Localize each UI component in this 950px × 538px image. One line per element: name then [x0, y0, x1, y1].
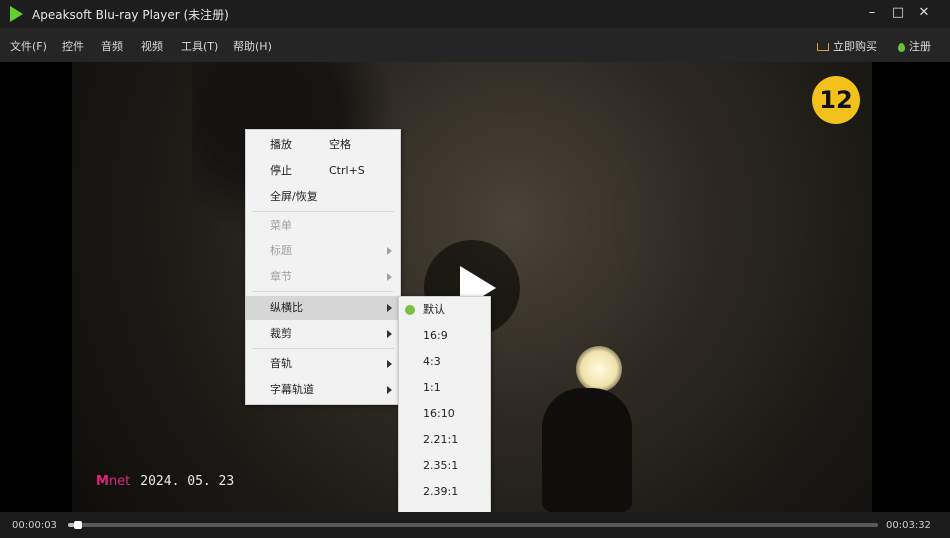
aspect-option-2-21-1[interactable]: 2.21:1 [399, 427, 490, 453]
ctx-stop-shortcut: Ctrl+S [329, 164, 365, 177]
submenu-arrow-icon [387, 247, 392, 255]
title-bar: Apeaksoft Blu-ray Player (未注册) – □ ✕ [0, 0, 950, 28]
maximize-button[interactable]: □ [888, 4, 908, 22]
register-icon [898, 42, 905, 52]
age-rating-badge: 12 [812, 76, 860, 124]
aspect-option-default[interactable]: 默认 [399, 297, 490, 323]
aspect-option-label: 2.35:1 [423, 459, 459, 472]
ctx-stop-label: 停止 [270, 164, 292, 177]
aspect-option-label: 4:3 [423, 355, 441, 368]
ctx-title[interactable]: 标题 [246, 239, 400, 263]
aspect-option-label: 16:9 [423, 329, 448, 342]
total-time: 00:03:32 [886, 520, 931, 531]
buy-now-label: 立即购买 [833, 40, 877, 53]
register-button[interactable]: 注册 [898, 38, 931, 54]
ctx-chapter[interactable]: 章节 [246, 265, 400, 289]
aspect-option-4-3[interactable]: 4:3 [399, 349, 490, 375]
close-button[interactable]: ✕ [914, 4, 934, 22]
aspect-option-label: 2.39:1 [423, 485, 459, 498]
scene-figure [542, 388, 632, 512]
submenu-arrow-icon [387, 386, 392, 394]
ctx-aspect-ratio-label: 纵横比 [270, 301, 303, 314]
aspect-option-2-35-1[interactable]: 2.35:1 [399, 453, 490, 479]
submenu-arrow-icon [387, 330, 392, 338]
ctx-audio-track[interactable]: 音轨 [246, 352, 400, 376]
menu-bar: 文件(F) 控件 音频 视频 工具(T) 帮助(H) 立即购买 注册 [0, 28, 950, 62]
ctx-separator [252, 211, 394, 212]
seek-handle[interactable] [74, 521, 82, 529]
aspect-option-2-39-1[interactable]: 2.39:1 [399, 479, 490, 505]
menu-file[interactable]: 文件(F) [10, 38, 47, 54]
menu-audio[interactable]: 音频 [101, 38, 123, 54]
aspect-option-label: 默认 [423, 303, 445, 316]
scene-lamp [576, 346, 622, 392]
ctx-fullscreen-label: 全屏/恢复 [270, 190, 318, 203]
current-time: 00:00:03 [12, 520, 57, 531]
context-menu: 播放 空格 停止 Ctrl+S 全屏/恢复 菜单 标题 章节 纵横比 裁剪 音轨… [245, 129, 401, 405]
ctx-subtitle-track[interactable]: 字幕轨道 [246, 378, 400, 402]
mnet-logo: M [96, 474, 109, 489]
ctx-title-label: 标题 [270, 244, 292, 257]
ctx-play-shortcut: 空格 [329, 138, 351, 151]
aspect-option-label: 1:1 [423, 381, 441, 394]
ctx-crop-label: 裁剪 [270, 327, 292, 340]
ctx-subtitle-track-label: 字幕轨道 [270, 383, 314, 396]
ctx-fullscreen[interactable]: 全屏/恢复 [246, 185, 400, 209]
window-title: Apeaksoft Blu-ray Player (未注册) [32, 8, 229, 22]
menu-video[interactable]: 视频 [141, 38, 163, 54]
register-label: 注册 [909, 40, 931, 53]
cart-icon [817, 43, 829, 51]
ctx-play-label: 播放 [270, 138, 292, 151]
selected-radio-icon [405, 305, 415, 315]
submenu-arrow-icon [387, 304, 392, 312]
menu-tools[interactable]: 工具(T) [181, 38, 218, 54]
menu-controls[interactable]: 控件 [62, 38, 84, 54]
seek-bar[interactable] [68, 523, 878, 527]
minimize-button[interactable]: – [862, 4, 882, 22]
ctx-aspect-ratio[interactable]: 纵横比 [246, 296, 400, 320]
aspect-option-1-1[interactable]: 1:1 [399, 375, 490, 401]
mnet-logo-suffix: net [108, 474, 131, 489]
buy-now-button[interactable]: 立即购买 [817, 38, 877, 54]
ctx-chapter-label: 章节 [270, 270, 292, 283]
ctx-crop[interactable]: 裁剪 [246, 322, 400, 346]
submenu-arrow-icon [387, 273, 392, 281]
broadcast-date: 2024. 05. 23 [140, 474, 235, 489]
aspect-ratio-submenu: 默认 16:9 4:3 1:1 16:10 2.21:1 2.35:1 2.39… [398, 296, 491, 531]
app-logo-icon [10, 6, 23, 22]
ctx-menu-label: 菜单 [270, 219, 292, 232]
ctx-stop[interactable]: 停止 Ctrl+S [246, 159, 400, 183]
ctx-audio-track-label: 音轨 [270, 357, 292, 370]
aspect-option-label: 16:10 [423, 407, 455, 420]
broadcast-watermark: Mnet 2024. 05. 23 [96, 474, 234, 489]
aspect-option-16-10[interactable]: 16:10 [399, 401, 490, 427]
submenu-arrow-icon [387, 360, 392, 368]
ctx-play[interactable]: 播放 空格 [246, 133, 400, 157]
ctx-separator [252, 291, 394, 292]
menu-help[interactable]: 帮助(H) [233, 38, 272, 54]
ctx-menu[interactable]: 菜单 [246, 214, 400, 238]
aspect-option-16-9[interactable]: 16:9 [399, 323, 490, 349]
ctx-separator [252, 348, 394, 349]
aspect-option-label: 2.21:1 [423, 433, 459, 446]
playback-bar: 00:00:03 00:03:32 [0, 512, 950, 538]
